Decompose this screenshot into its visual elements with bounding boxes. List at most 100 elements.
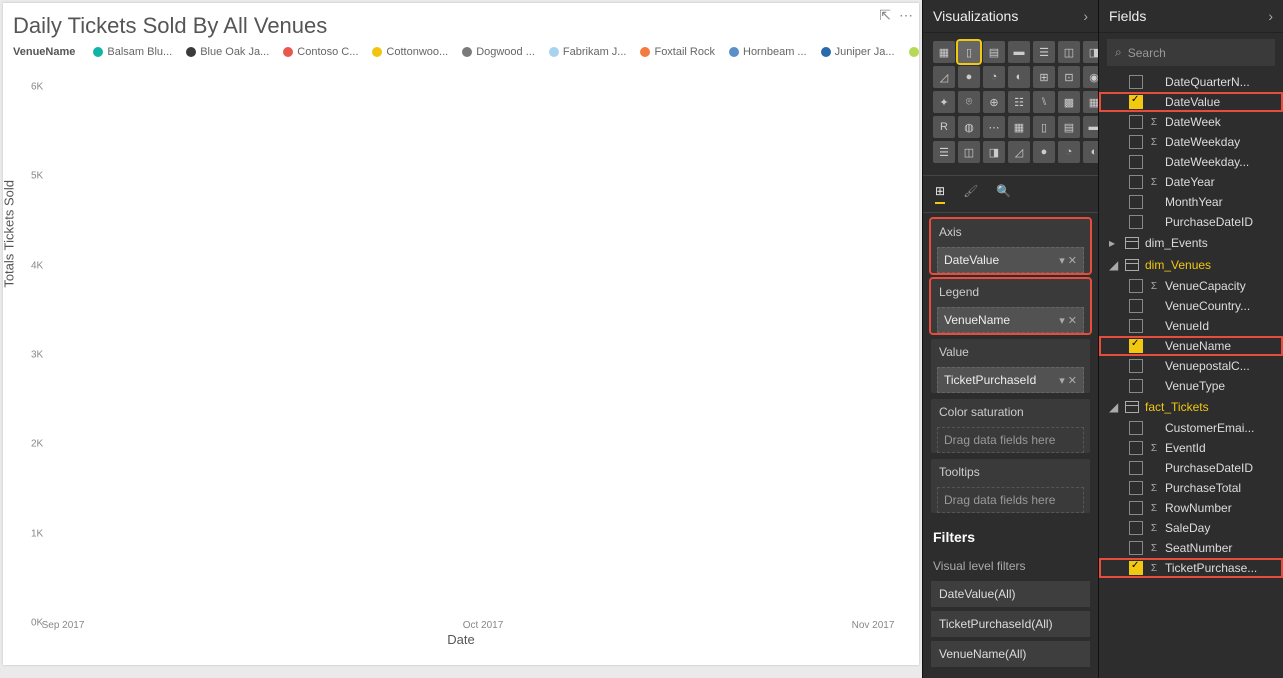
viz-type-icon[interactable]: ◔: [983, 66, 1005, 88]
viz-type-icon[interactable]: ☷: [1008, 91, 1030, 113]
legend-item[interactable]: Fabrikam J...: [549, 46, 627, 58]
analytics-tab[interactable]: 🔍: [996, 184, 1011, 204]
field-checkbox[interactable]: [1129, 279, 1143, 293]
field-item[interactable]: VenueType: [1099, 376, 1283, 396]
viz-type-icon[interactable]: ⋯: [983, 116, 1005, 138]
field-checkbox[interactable]: [1129, 195, 1143, 209]
color-saturation-well[interactable]: Color saturation Drag data fields here: [931, 399, 1090, 453]
remove-field-icon[interactable]: ▾ ✕: [1059, 374, 1077, 387]
field-checkbox[interactable]: [1129, 359, 1143, 373]
field-checkbox[interactable]: [1129, 75, 1143, 89]
legend-item[interactable]: Balsam Blu...: [93, 46, 172, 58]
viz-type-icon[interactable]: ▤: [1058, 116, 1080, 138]
tooltips-well[interactable]: Tooltips Drag data fields here: [931, 459, 1090, 513]
legend-item[interactable]: Juniper Ja...: [821, 46, 895, 58]
field-item[interactable]: VenueCountry...: [1099, 296, 1283, 316]
field-item[interactable]: ΣPurchaseTotal: [1099, 478, 1283, 498]
viz-type-icon[interactable]: ⊕: [983, 91, 1005, 113]
field-item[interactable]: ΣVenueCapacity: [1099, 276, 1283, 296]
field-item[interactable]: ΣDateWeekday: [1099, 132, 1283, 152]
field-checkbox[interactable]: [1129, 215, 1143, 229]
field-item[interactable]: ΣEventId: [1099, 438, 1283, 458]
visual-options-icon[interactable]: ⋯: [899, 7, 913, 24]
field-item[interactable]: ΣDateYear: [1099, 172, 1283, 192]
field-checkbox[interactable]: [1129, 481, 1143, 495]
viz-type-icon[interactable]: ⑊: [1033, 91, 1055, 113]
field-item[interactable]: PurchaseDateID: [1099, 458, 1283, 478]
viz-type-icon[interactable]: ◨: [983, 141, 1005, 163]
axis-field-well[interactable]: Axis DateValue▾ ✕: [931, 219, 1090, 273]
viz-type-icon[interactable]: ⊞: [1033, 66, 1055, 88]
field-item[interactable]: DateValue: [1099, 92, 1283, 112]
legend-item[interactable]: Lime Tree T...: [909, 46, 919, 58]
field-item[interactable]: ΣDateWeek: [1099, 112, 1283, 132]
fields-search[interactable]: ⌕ Search: [1107, 39, 1275, 66]
viz-type-icon[interactable]: ▯: [958, 41, 980, 63]
table-item[interactable]: ▸dim_Events: [1099, 232, 1283, 254]
field-checkbox[interactable]: [1129, 501, 1143, 515]
viz-type-icon[interactable]: ◫: [958, 141, 980, 163]
viz-type-icon[interactable]: ◿: [1008, 141, 1030, 163]
chart-visual[interactable]: ⇱ ⋯ Daily Tickets Sold By All Venues Ven…: [3, 3, 919, 665]
legend-item[interactable]: Dogwood ...: [462, 46, 535, 58]
viz-type-icon[interactable]: ●: [958, 66, 980, 88]
field-checkbox[interactable]: [1129, 421, 1143, 435]
field-item[interactable]: PurchaseDateID: [1099, 212, 1283, 232]
remove-field-icon[interactable]: ▾ ✕: [1059, 254, 1077, 267]
viz-type-icon[interactable]: ✦: [933, 91, 955, 113]
fields-header[interactable]: Fields›: [1099, 0, 1283, 33]
fields-tab[interactable]: ⊞: [935, 184, 945, 204]
viz-type-icon[interactable]: ☰: [1033, 41, 1055, 63]
field-item[interactable]: ΣTicketPurchase...: [1099, 558, 1283, 578]
legend-item[interactable]: Contoso C...: [283, 46, 358, 58]
filter-item[interactable]: DateValue(All): [931, 581, 1090, 607]
visualizations-header[interactable]: Visualizations›: [923, 0, 1098, 33]
field-item[interactable]: DateWeekday...: [1099, 152, 1283, 172]
viz-type-icon[interactable]: ◍: [958, 116, 980, 138]
viz-type-icon[interactable]: ◐: [1008, 66, 1030, 88]
viz-type-icon[interactable]: ●: [1033, 141, 1055, 163]
viz-type-icon[interactable]: ☰: [933, 141, 955, 163]
field-checkbox[interactable]: [1129, 461, 1143, 475]
field-checkbox[interactable]: [1129, 561, 1143, 575]
legend-item[interactable]: Foxtail Rock: [640, 46, 715, 58]
legend-field-well[interactable]: Legend VenueName▾ ✕: [931, 279, 1090, 333]
field-checkbox[interactable]: [1129, 541, 1143, 555]
field-item[interactable]: ΣSaleDay: [1099, 518, 1283, 538]
legend-item[interactable]: Blue Oak Ja...: [186, 46, 269, 58]
field-item[interactable]: VenuepostalC...: [1099, 356, 1283, 376]
legend-item[interactable]: Cottonwoo...: [372, 46, 448, 58]
field-checkbox[interactable]: [1129, 521, 1143, 535]
field-checkbox[interactable]: [1129, 155, 1143, 169]
viz-type-icon[interactable]: ▩: [1058, 91, 1080, 113]
viz-type-icon[interactable]: ◔: [1058, 141, 1080, 163]
legend-item[interactable]: Hornbeam ...: [729, 46, 807, 58]
viz-type-icon[interactable]: ⌾: [958, 91, 980, 113]
field-checkbox[interactable]: [1129, 379, 1143, 393]
field-item[interactable]: ΣSeatNumber: [1099, 538, 1283, 558]
value-field-well[interactable]: Value TicketPurchaseId▾ ✕: [931, 339, 1090, 393]
viz-type-icon[interactable]: ▤: [983, 41, 1005, 63]
viz-type-icon[interactable]: R: [933, 116, 955, 138]
field-item[interactable]: CustomerEmai...: [1099, 418, 1283, 438]
table-item[interactable]: ◢fact_Tickets: [1099, 396, 1283, 418]
field-item[interactable]: VenueId: [1099, 316, 1283, 336]
field-item[interactable]: ΣRowNumber: [1099, 498, 1283, 518]
filter-item[interactable]: VenueName(All): [931, 641, 1090, 667]
viz-type-icon[interactable]: ◿: [933, 66, 955, 88]
field-checkbox[interactable]: [1129, 299, 1143, 313]
table-item[interactable]: ◢dim_Venues: [1099, 254, 1283, 276]
filter-item[interactable]: TicketPurchaseId(All): [931, 611, 1090, 637]
viz-type-icon[interactable]: ⊡: [1058, 66, 1080, 88]
focus-mode-icon[interactable]: ⇱: [879, 7, 891, 24]
field-checkbox[interactable]: [1129, 319, 1143, 333]
viz-type-icon[interactable]: ▯: [1033, 116, 1055, 138]
field-checkbox[interactable]: [1129, 175, 1143, 189]
viz-type-icon[interactable]: ▦: [933, 41, 955, 63]
field-checkbox[interactable]: [1129, 441, 1143, 455]
viz-type-icon[interactable]: ▦: [1008, 116, 1030, 138]
field-item[interactable]: DateQuarterN...: [1099, 72, 1283, 92]
remove-field-icon[interactable]: ▾ ✕: [1059, 314, 1077, 327]
field-checkbox[interactable]: [1129, 135, 1143, 149]
field-checkbox[interactable]: [1129, 115, 1143, 129]
